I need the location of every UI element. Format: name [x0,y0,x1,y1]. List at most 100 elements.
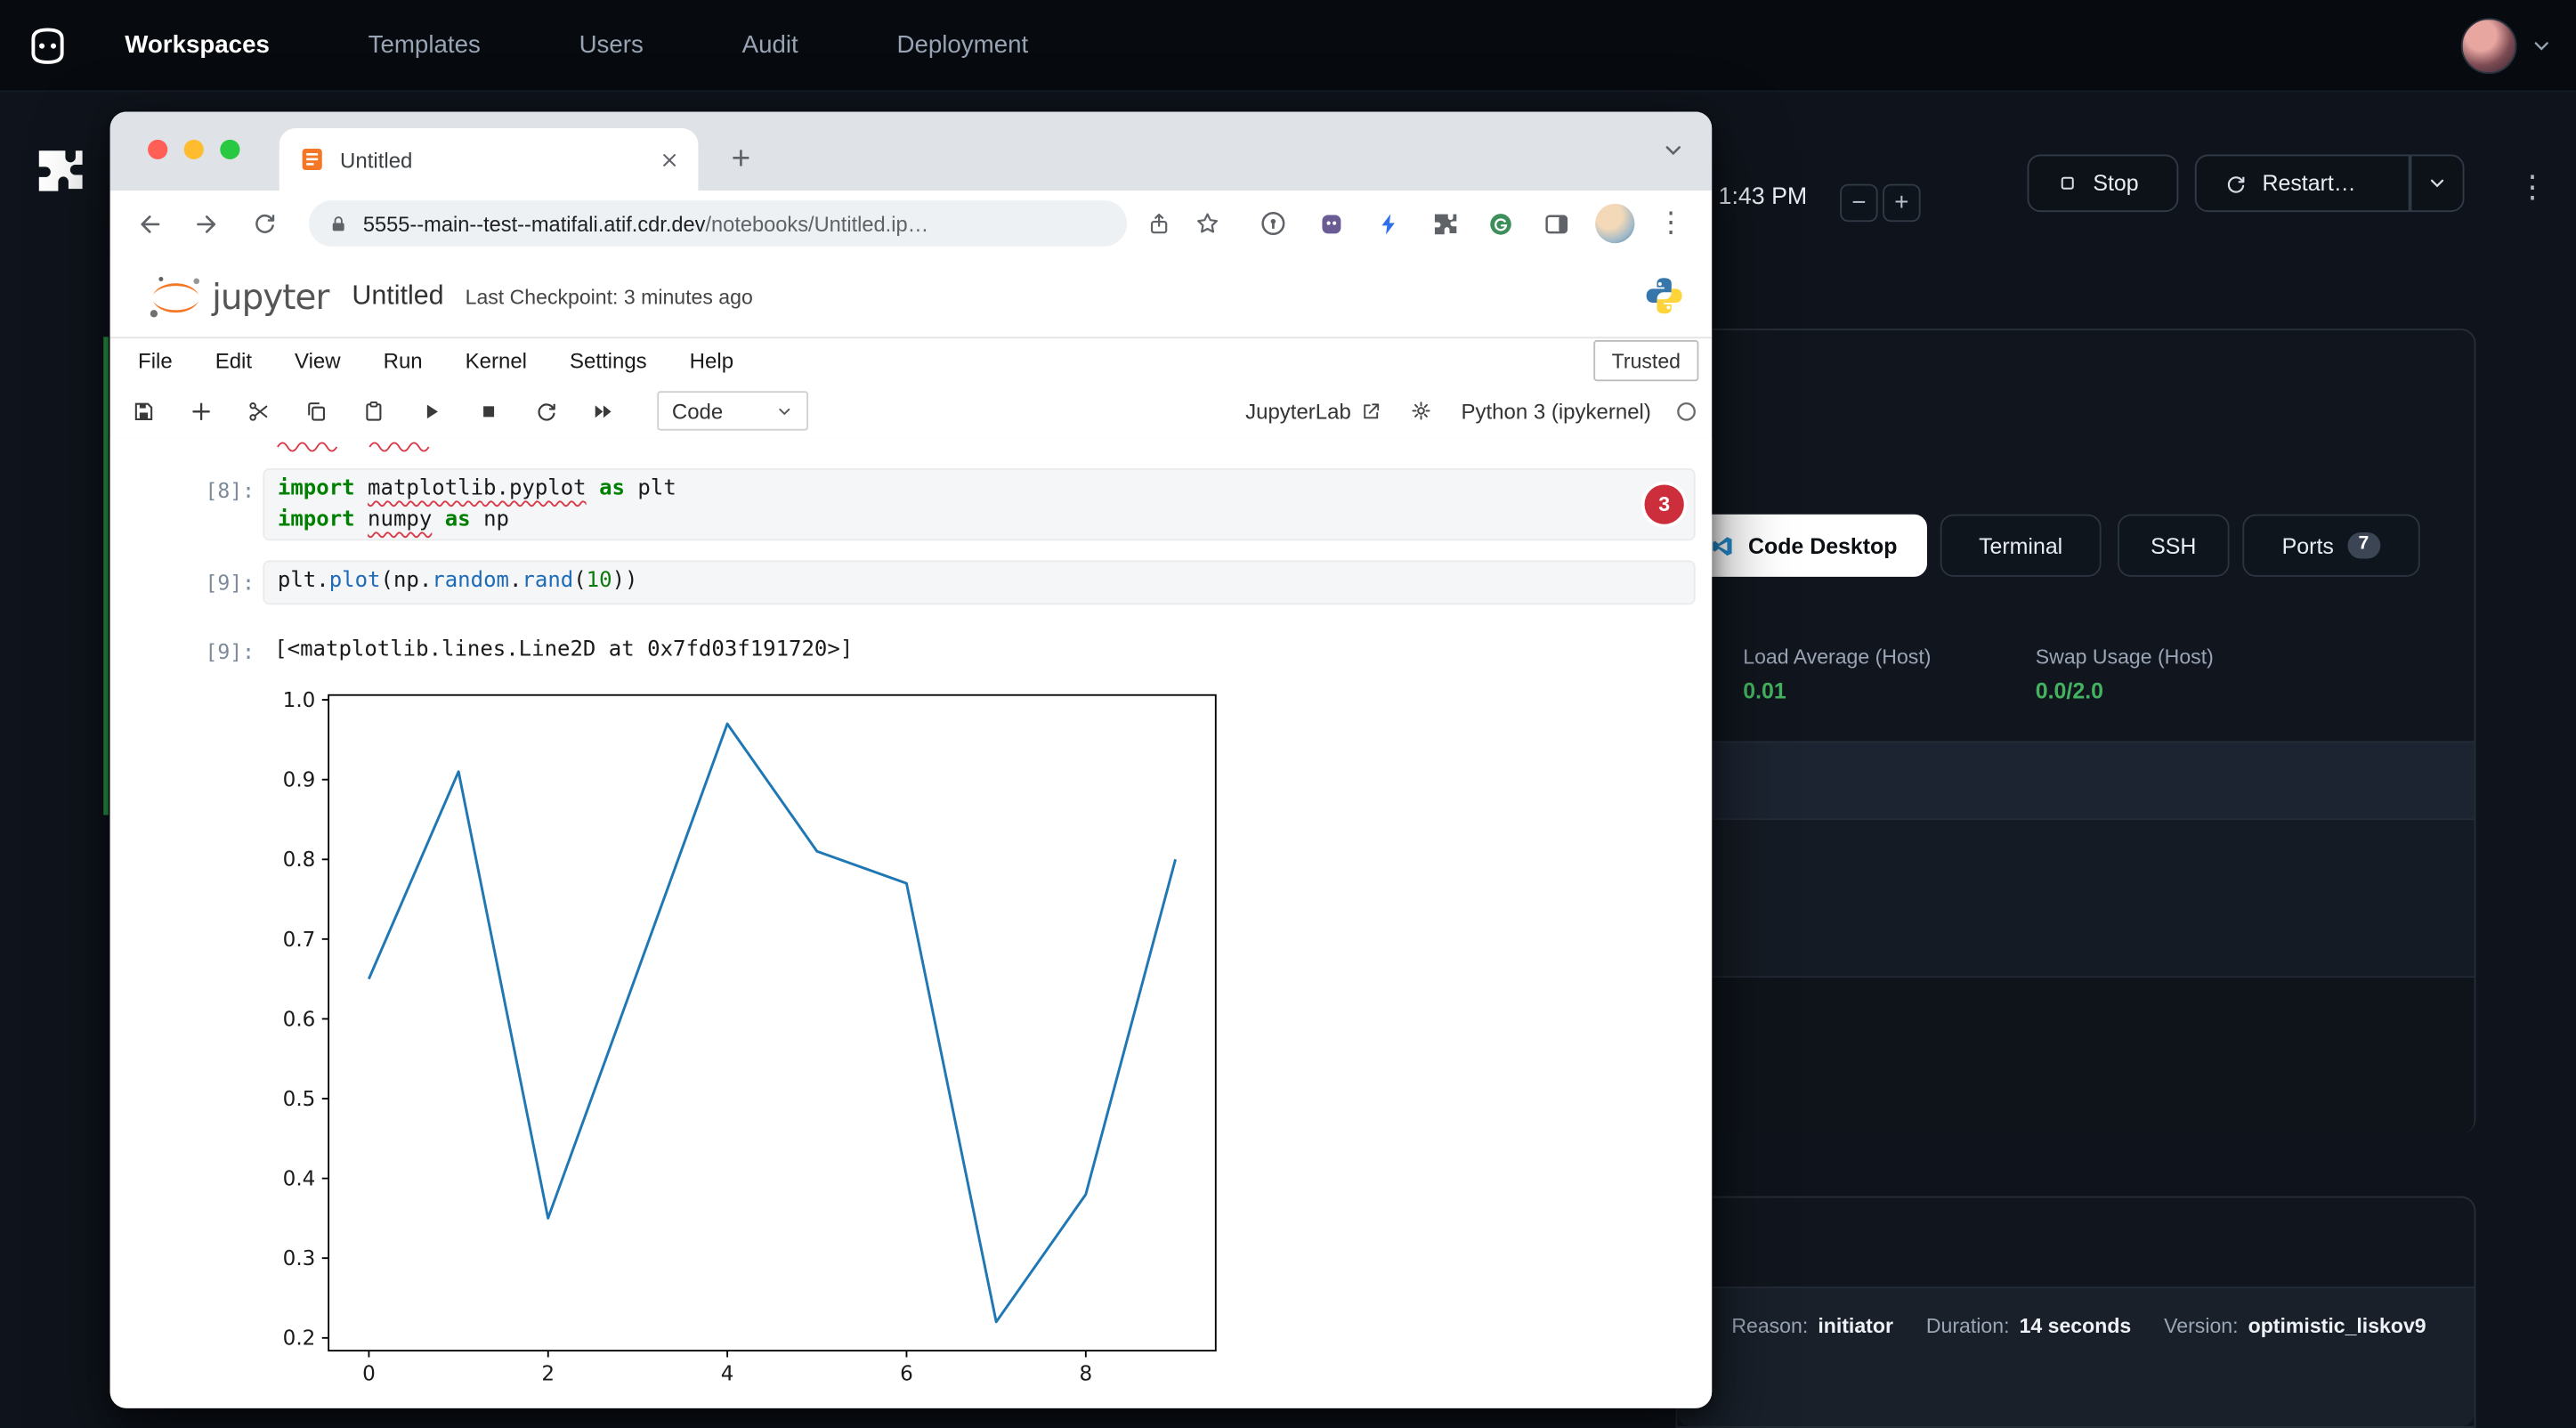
ssh-label: SSH [2151,533,2196,558]
ports-button[interactable]: Ports 7 [2242,515,2419,577]
coder-logo-icon [25,22,71,69]
nav-item-templates[interactable]: Templates [369,31,481,59]
tab-list-chevron-icon[interactable] [1661,138,1686,163]
zoom-out-button[interactable]: − [1840,184,1877,222]
output9-text: [<matplotlib.lines.Line2D at 0x7fd03f191… [274,637,853,662]
browser-toolbar: 5555--main--test--matifali.atif.cdr.dev/… [110,191,1713,256]
stop-workspace-button[interactable]: Stop [2028,154,2179,212]
user-avatar[interactable] [2461,17,2517,73]
save-icon[interactable] [126,394,159,427]
new-tab-button[interactable]: + [719,138,762,181]
extension-keyhole-icon[interactable] [1253,204,1292,243]
browser-tab-untitled[interactable]: Untitled [279,128,699,191]
nav-item-audit[interactable]: Audit [742,31,798,59]
svg-text:2: 2 [541,1362,555,1385]
load-average-value: 0.01 [1743,678,1786,703]
nav-item-workspaces[interactable]: Workspaces [125,31,270,59]
trusted-button[interactable]: Trusted [1593,340,1698,381]
browser-profile-avatar[interactable] [1595,204,1634,243]
paste-icon[interactable] [357,394,390,427]
nav-item-users[interactable]: Users [579,31,644,59]
reason-value: initiator [1818,1315,1893,1338]
cell8-prompt: [8]: [189,478,255,503]
extension-mask-icon[interactable] [1311,204,1350,243]
menu-file[interactable]: File [138,347,173,372]
build-row[interactable]: Reason: initiator Duration: 14 seconds V… [1677,1286,2474,1426]
select-chevron-icon [775,402,793,419]
restart-kernel-icon[interactable] [529,394,562,427]
workspace-panel: Code Desktop Terminal SSH Ports 7 Load A… [1676,329,2476,1133]
extension-grammar-icon[interactable] [1480,204,1519,243]
cell8-input[interactable]: import matplotlib.pyplot as pltimport nu… [263,468,1695,540]
restart-label: Restart… [2262,171,2355,196]
matplotlib-line-chart: 024680.20.30.40.50.60.70.80.91.0 [276,682,1226,1405]
version-label: Version: [2164,1315,2238,1338]
load-average-label: Load Average (Host) [1743,645,1931,669]
copy-icon[interactable] [299,394,332,427]
vscode-desktop-label: Code Desktop [1748,533,1898,558]
chevron-down-icon [2426,173,2448,194]
coder-logo[interactable] [20,17,76,73]
panel-row [1677,741,2474,818]
duration-value: 14 seconds [2020,1315,2132,1338]
user-menu-chevron-down-icon[interactable] [2530,34,2553,57]
reason-label: Reason: [1731,1315,1808,1338]
restart-options-button[interactable] [2410,154,2465,212]
reload-icon[interactable] [245,204,284,243]
insert-cell-icon[interactable] [184,394,217,427]
version-value: optimistic_liskov9 [2248,1315,2426,1338]
svg-text:0: 0 [362,1362,376,1385]
vscode-icon [1711,533,1736,558]
extension-puzzle-icon[interactable] [31,143,90,202]
menu-help[interactable]: Help [690,347,733,372]
ssh-button[interactable]: SSH [2118,515,2230,577]
vscode-desktop-button[interactable]: Code Desktop [1681,515,1927,577]
tab-close-icon[interactable] [660,150,678,168]
cell9-input[interactable]: plt.plot(np.random.rand(10)) [263,560,1695,604]
run-all-icon[interactable] [587,394,620,427]
url-domain: 5555--main--test--matifali.atif.cdr.dev [363,211,706,236]
notebook-title[interactable]: Untitled [352,281,443,312]
open-jupyterlab-link[interactable]: JupyterLab [1245,399,1382,424]
cell-type-select[interactable]: Code [657,391,808,430]
workspace-clock: 1:43 PM [1719,184,1808,211]
cut-icon[interactable] [241,394,274,427]
browser-tabstrip: Untitled + [110,112,1713,191]
forward-icon[interactable] [186,204,225,243]
address-bar[interactable]: 5555--main--test--matifali.atif.cdr.dev/… [309,200,1127,247]
restart-workspace-button[interactable]: Restart… [2195,154,2410,212]
stop-icon [2057,173,2078,194]
terminal-button[interactable]: Terminal [1940,515,2102,577]
menu-run[interactable]: Run [384,347,423,372]
svg-text:1.0: 1.0 [283,689,316,712]
window-maximize-button[interactable] [220,140,239,159]
cell9-prompt: [9]: [189,570,255,595]
window-close-button[interactable] [148,140,167,159]
run-cell-icon[interactable] [414,394,447,427]
nav-item-deployment[interactable]: Deployment [896,31,1028,59]
swap-usage-value: 0.0/2.0 [2036,678,2103,703]
kernel-name[interactable]: Python 3 (ipykernel) [1461,399,1650,424]
jupyterlab-label: JupyterLab [1245,399,1351,424]
menu-settings[interactable]: Settings [570,347,647,372]
svg-text:0.7: 0.7 [283,929,316,952]
share-icon[interactable] [1138,204,1178,243]
side-panel-icon[interactable] [1536,204,1576,243]
zoom-in-button[interactable]: + [1883,184,1920,222]
menu-edit[interactable]: Edit [215,347,252,372]
svg-text:0.5: 0.5 [283,1088,316,1111]
bookmark-star-icon[interactable] [1187,204,1227,243]
extensions-puzzle-icon[interactable] [1424,204,1463,243]
interrupt-kernel-icon[interactable] [472,394,505,427]
browser-menu-kebab-icon[interactable]: ⋮ [1651,204,1690,243]
jupyter-logo[interactable]: jupyter [146,273,328,320]
menu-kernel[interactable]: Kernel [466,347,527,372]
window-minimize-button[interactable] [184,140,204,159]
extension-bolt-icon[interactable] [1368,204,1407,243]
menu-view[interactable]: View [295,347,341,372]
workspace-menu-kebab-icon[interactable]: ⋮ [2517,173,2548,204]
terminal-label: Terminal [1979,533,2062,558]
back-icon[interactable] [130,204,169,243]
swap-usage-label: Swap Usage (Host) [2036,645,2214,669]
kernel-settings-gear-icon[interactable] [1405,394,1438,427]
